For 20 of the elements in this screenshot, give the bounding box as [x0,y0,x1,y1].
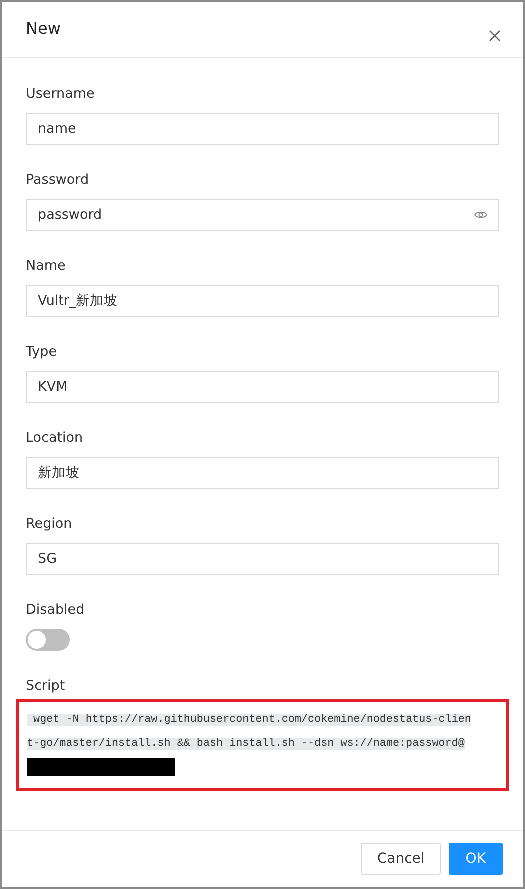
field-label: Username [26,85,96,104]
dialog-title: New [26,19,61,38]
field-label: Script [26,677,66,696]
field-label: Location [26,429,84,448]
field-label: Disabled [26,601,86,620]
close-icon[interactable] [489,30,501,42]
field-label: Region [26,515,74,534]
toggle-switch[interactable] [26,629,70,651]
field-label: Password [26,171,90,190]
eye-icon[interactable] [474,210,488,220]
field-label: Type [26,343,58,362]
input-field[interactable]: name [26,113,499,145]
input-field[interactable]: Vultr_新加坡 [26,285,499,317]
input-field[interactable]: 新加坡 [26,457,499,489]
input-field[interactable]: password [26,199,499,231]
input-field[interactable]: SG [26,543,499,575]
field-label: Name [26,257,67,276]
cancel-button[interactable]: Cancel [361,843,441,875]
code-block: wget -N https://raw.githubusercontent.com/cokemine/nodestatus-client-go/master/install.sh && bash install.sh --dsn ws://name:password@ [27,708,478,780]
input-field[interactable]: KVM [26,371,499,403]
